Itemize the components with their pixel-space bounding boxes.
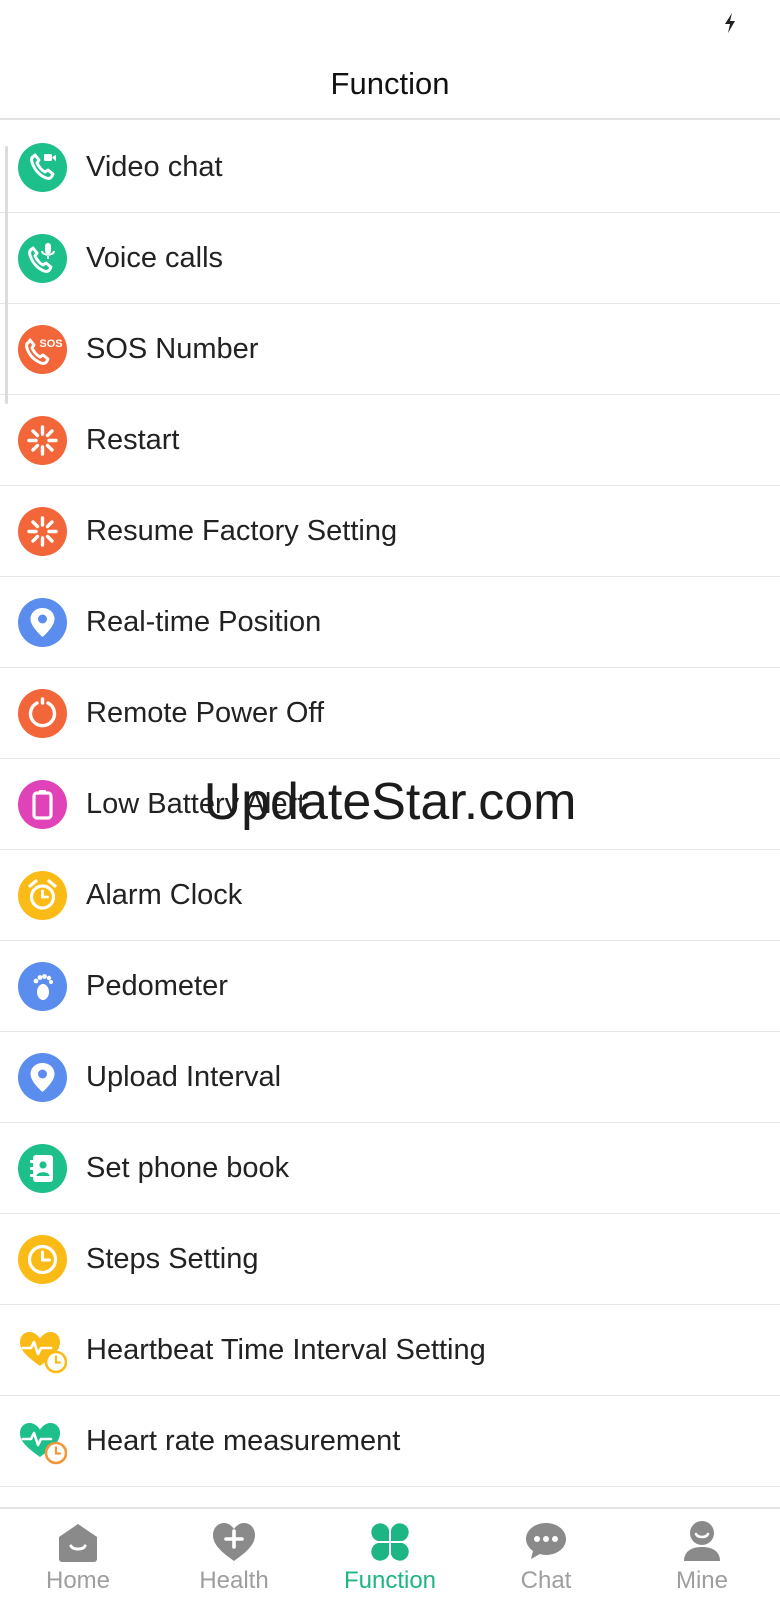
voice-call-icon	[18, 234, 67, 283]
tab-label: Home	[45, 1567, 111, 1594]
tab-label: Health	[199, 1567, 269, 1594]
heart-rate-icon	[18, 1417, 67, 1466]
home-icon	[59, 1524, 97, 1562]
chat-bubble-icon	[526, 1523, 566, 1559]
scrollbar[interactable]	[5, 146, 8, 404]
tab-mine[interactable]: Mine	[624, 1509, 780, 1603]
sos-icon-text: SOS	[39, 338, 62, 350]
power-icon	[18, 689, 67, 738]
clock-icon	[18, 1235, 67, 1284]
tab-label: Mine	[675, 1567, 729, 1594]
footprint-icon	[18, 962, 67, 1011]
heartbeat-timer-icon	[18, 1326, 67, 1375]
function-item-steps-setting[interactable]: Steps Setting	[0, 1214, 780, 1305]
tab-function[interactable]: Function	[312, 1509, 468, 1603]
tab-label: Function	[343, 1567, 437, 1594]
function-item-heart-rate-measurement[interactable]: Heart rate measurement	[0, 1396, 780, 1487]
function-item-real-time-position[interactable]: Real-time Position	[0, 577, 780, 668]
status-bar	[0, 0, 780, 46]
function-item-voice-calls[interactable]: Voice calls	[0, 213, 780, 304]
tab-home[interactable]: Home	[0, 1509, 156, 1603]
function-item-alarm-clock[interactable]: Alarm Clock	[0, 850, 780, 941]
function-list: Video chat Voice calls SOS SOS Number Re…	[0, 122, 780, 1487]
function-item-label: Heart rate measurement	[86, 1425, 401, 1457]
function-item-restart[interactable]: Restart	[0, 395, 780, 486]
function-item-set-phone-book[interactable]: Set phone book	[0, 1123, 780, 1214]
tab-health[interactable]: Health	[156, 1509, 312, 1603]
function-item-label: Heartbeat Time Interval Setting	[86, 1334, 486, 1366]
video-call-icon	[18, 143, 67, 192]
top-nav-bar: Function	[0, 46, 780, 120]
function-item-label: Alarm Clock	[86, 879, 243, 911]
sos-phone-icon: SOS	[18, 325, 67, 374]
function-item-label: Low Battery Alert	[86, 788, 306, 820]
location-pin-icon	[18, 598, 67, 647]
function-item-label: Video chat	[86, 151, 223, 183]
clover-icon	[371, 1523, 409, 1561]
factory-reset-icon	[18, 507, 67, 556]
charging-icon	[725, 13, 735, 33]
function-item-label: Set phone book	[86, 1152, 290, 1184]
function-item-low-battery-alert[interactable]: Low Battery Alert	[0, 759, 780, 850]
function-item-label: Resume Factory Setting	[86, 515, 398, 547]
function-item-sos-number[interactable]: SOS SOS Number	[0, 304, 780, 395]
tab-label: Chat	[520, 1567, 572, 1594]
function-item-remote-power-off[interactable]: Remote Power Off	[0, 668, 780, 759]
function-item-label: Voice calls	[86, 242, 224, 274]
contact-book-icon	[18, 1144, 67, 1193]
location-pin-icon	[18, 1053, 67, 1102]
function-item-heartbeat-time-interval-setting[interactable]: Heartbeat Time Interval Setting	[0, 1305, 780, 1396]
function-item-label: Upload Interval	[86, 1061, 282, 1093]
function-item-label: SOS Number	[86, 333, 259, 365]
function-item-upload-interval[interactable]: Upload Interval	[0, 1032, 780, 1123]
page-title: Function	[330, 66, 450, 101]
function-item-label: Restart	[86, 424, 180, 456]
function-item-video-chat[interactable]: Video chat	[0, 122, 780, 213]
function-item-label: Pedometer	[86, 970, 228, 1002]
heart-plus-icon	[213, 1523, 255, 1561]
function-item-label: Steps Setting	[86, 1243, 259, 1275]
tab-chat[interactable]: Chat	[468, 1509, 624, 1603]
restart-icon	[18, 416, 67, 465]
function-item-label: Remote Power Off	[86, 697, 325, 729]
user-icon	[684, 1521, 720, 1561]
function-item-label: Real-time Position	[86, 606, 322, 638]
bottom-tab-bar: Home Health Function Chat Mine	[0, 1507, 780, 1603]
function-item-resume-factory-setting[interactable]: Resume Factory Setting	[0, 486, 780, 577]
function-item-pedometer[interactable]: Pedometer	[0, 941, 780, 1032]
alarm-clock-icon	[18, 871, 67, 920]
battery-icon	[18, 780, 67, 829]
